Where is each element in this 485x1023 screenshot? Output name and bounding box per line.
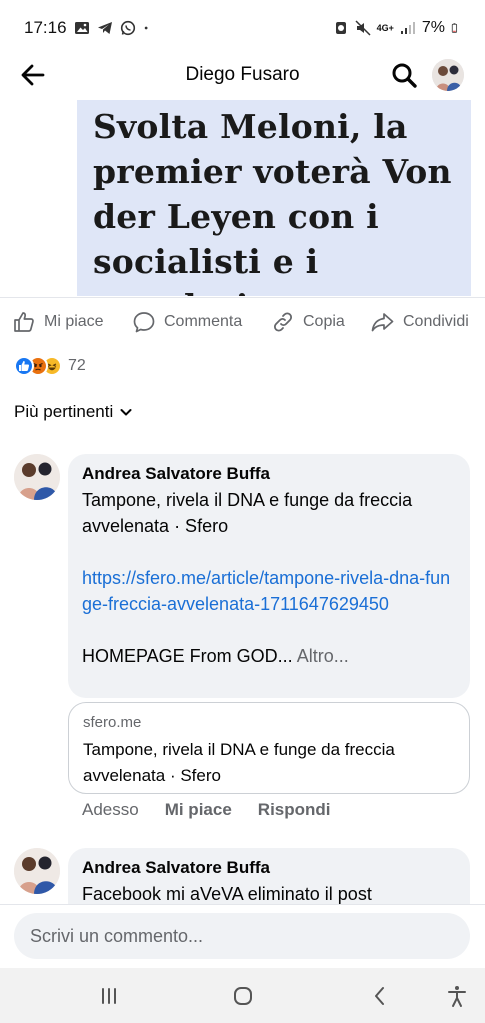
comment-composer-bar: Scrivi un commento...	[0, 904, 485, 968]
link-preview-title: Tampone, rivela il DNA e funge da frecci…	[83, 740, 395, 785]
comment-input[interactable]: Scrivi un commento...	[14, 913, 470, 959]
status-right: 4G+ 7%	[333, 19, 461, 37]
status-time: 17:16	[24, 18, 67, 37]
comment-author[interactable]: Andrea Salvatore Buffa	[82, 463, 456, 485]
reaction-count: 72	[68, 357, 86, 374]
whatsapp-icon	[120, 20, 135, 36]
like-label: Mi piace	[44, 313, 104, 330]
back-nav-button[interactable]	[366, 982, 394, 1010]
chevron-left-icon	[375, 987, 384, 1005]
comment-actions: Adesso Mi piace Rispondi	[82, 800, 331, 820]
profile-photo	[432, 59, 464, 91]
share-icon	[371, 313, 394, 332]
comment-tail-text: HOMEPAGE From GOD...	[82, 646, 293, 666]
like-button[interactable]: Mi piace	[12, 310, 104, 334]
post-action-bar: Mi piace Commenta Copia Condividi	[0, 298, 485, 350]
comment-bubble[interactable]: Andrea Salvatore Buffa Tampone, rivela i…	[68, 454, 470, 698]
alarm-icon	[335, 22, 346, 34]
battery-label: 7%	[421, 19, 445, 36]
like-reaction-icon	[14, 356, 34, 376]
link-preview-card[interactable]: sfero.me Tampone, rivela il DNA e funge …	[68, 702, 470, 794]
commenter-photo	[14, 454, 60, 500]
comment-sort-dropdown[interactable]: Più pertinenti	[14, 402, 133, 422]
recent-apps-icon	[102, 988, 116, 1004]
comment-reply-button[interactable]: Rispondi	[258, 800, 331, 820]
share-button[interactable]: Condividi	[370, 310, 469, 334]
recent-apps-button[interactable]	[95, 982, 123, 1010]
accessibility-icon	[448, 986, 466, 1007]
link-preview-domain: sfero.me	[83, 714, 142, 731]
chevron-down-icon	[120, 409, 132, 416]
home-button[interactable]	[229, 982, 257, 1010]
see-more-link[interactable]: Altro...	[297, 646, 349, 666]
comment-author[interactable]: Andrea Salvatore Buffa	[82, 857, 456, 879]
status-left: 17:16	[24, 18, 153, 38]
comment-text: Tampone, rivela il DNA e funge da frecci…	[82, 490, 413, 536]
network-label: 4G+	[376, 22, 394, 33]
search-icon	[392, 63, 417, 88]
accessibility-button[interactable]	[443, 982, 471, 1010]
home-icon	[234, 987, 252, 1005]
system-nav-bar	[0, 968, 485, 1023]
signal-icon	[400, 22, 415, 34]
post-headline: Svolta Meloni, la premier voterà Von der…	[93, 107, 452, 296]
commenter-photo	[14, 848, 60, 894]
mute-icon	[355, 20, 371, 36]
comment-like-button[interactable]: Mi piace	[165, 800, 232, 820]
comment-tail: HOMEPAGE From GOD... Altro...	[82, 643, 456, 669]
sort-label: Più pertinenti	[14, 402, 114, 421]
search-button[interactable]	[390, 61, 418, 89]
comment-avatar[interactable]	[14, 454, 60, 500]
comment-icon	[133, 312, 155, 333]
post-image[interactable]: Svolta Meloni, la premier voterà Von der…	[77, 100, 471, 296]
comment-avatar[interactable]	[14, 848, 60, 894]
battery-icon	[451, 23, 458, 33]
profile-avatar[interactable]	[432, 59, 464, 91]
reactions-summary[interactable]: 72	[14, 356, 86, 376]
dot-icon	[144, 26, 148, 30]
share-label: Condividi	[403, 313, 469, 330]
copy-label: Copia	[303, 313, 345, 330]
gallery-icon	[74, 22, 89, 34]
comment-link[interactable]: https://sfero.me/article/tampone-rivela-…	[82, 565, 456, 617]
top-header: Diego Fusaro	[0, 56, 485, 96]
status-bar: 17:16 4G+ 7%	[0, 0, 485, 56]
thumbs-up-icon	[14, 312, 34, 332]
copy-button[interactable]: Copia	[271, 310, 345, 334]
link-icon	[273, 312, 293, 332]
comment-button[interactable]: Commenta	[132, 310, 242, 334]
comment-label: Commenta	[164, 313, 243, 330]
telegram-icon	[97, 22, 112, 34]
comment-timestamp: Adesso	[82, 800, 139, 819]
